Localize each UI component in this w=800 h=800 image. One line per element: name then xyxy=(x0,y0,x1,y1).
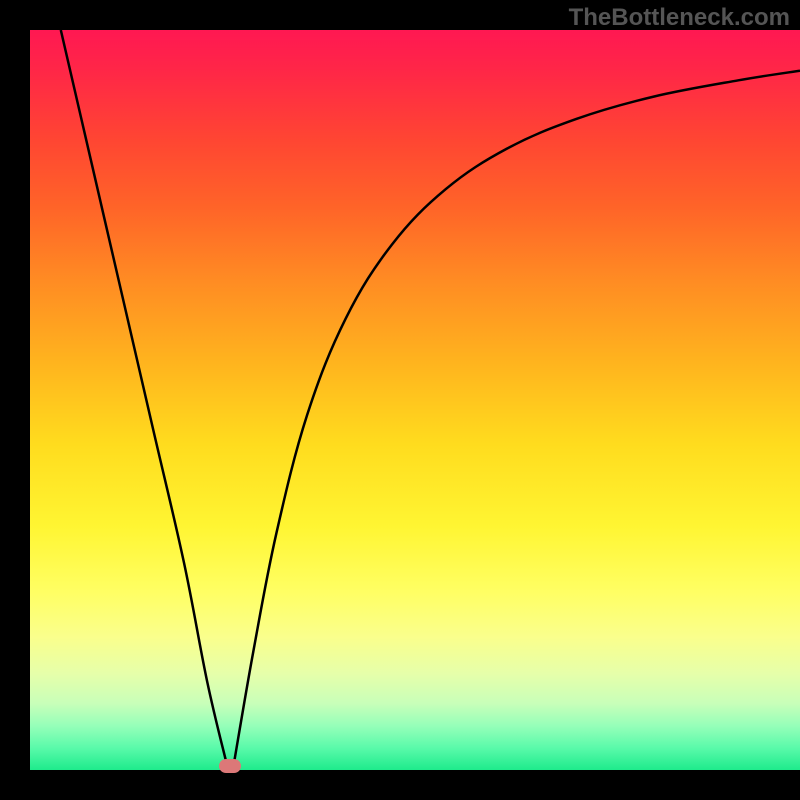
chart-plot-area xyxy=(30,30,800,770)
minimum-marker xyxy=(219,759,241,773)
curve-right-branch xyxy=(234,71,800,763)
chart-curve-svg xyxy=(30,30,800,770)
watermark-text: TheBottleneck.com xyxy=(569,4,790,32)
curve-left-branch xyxy=(61,30,227,763)
